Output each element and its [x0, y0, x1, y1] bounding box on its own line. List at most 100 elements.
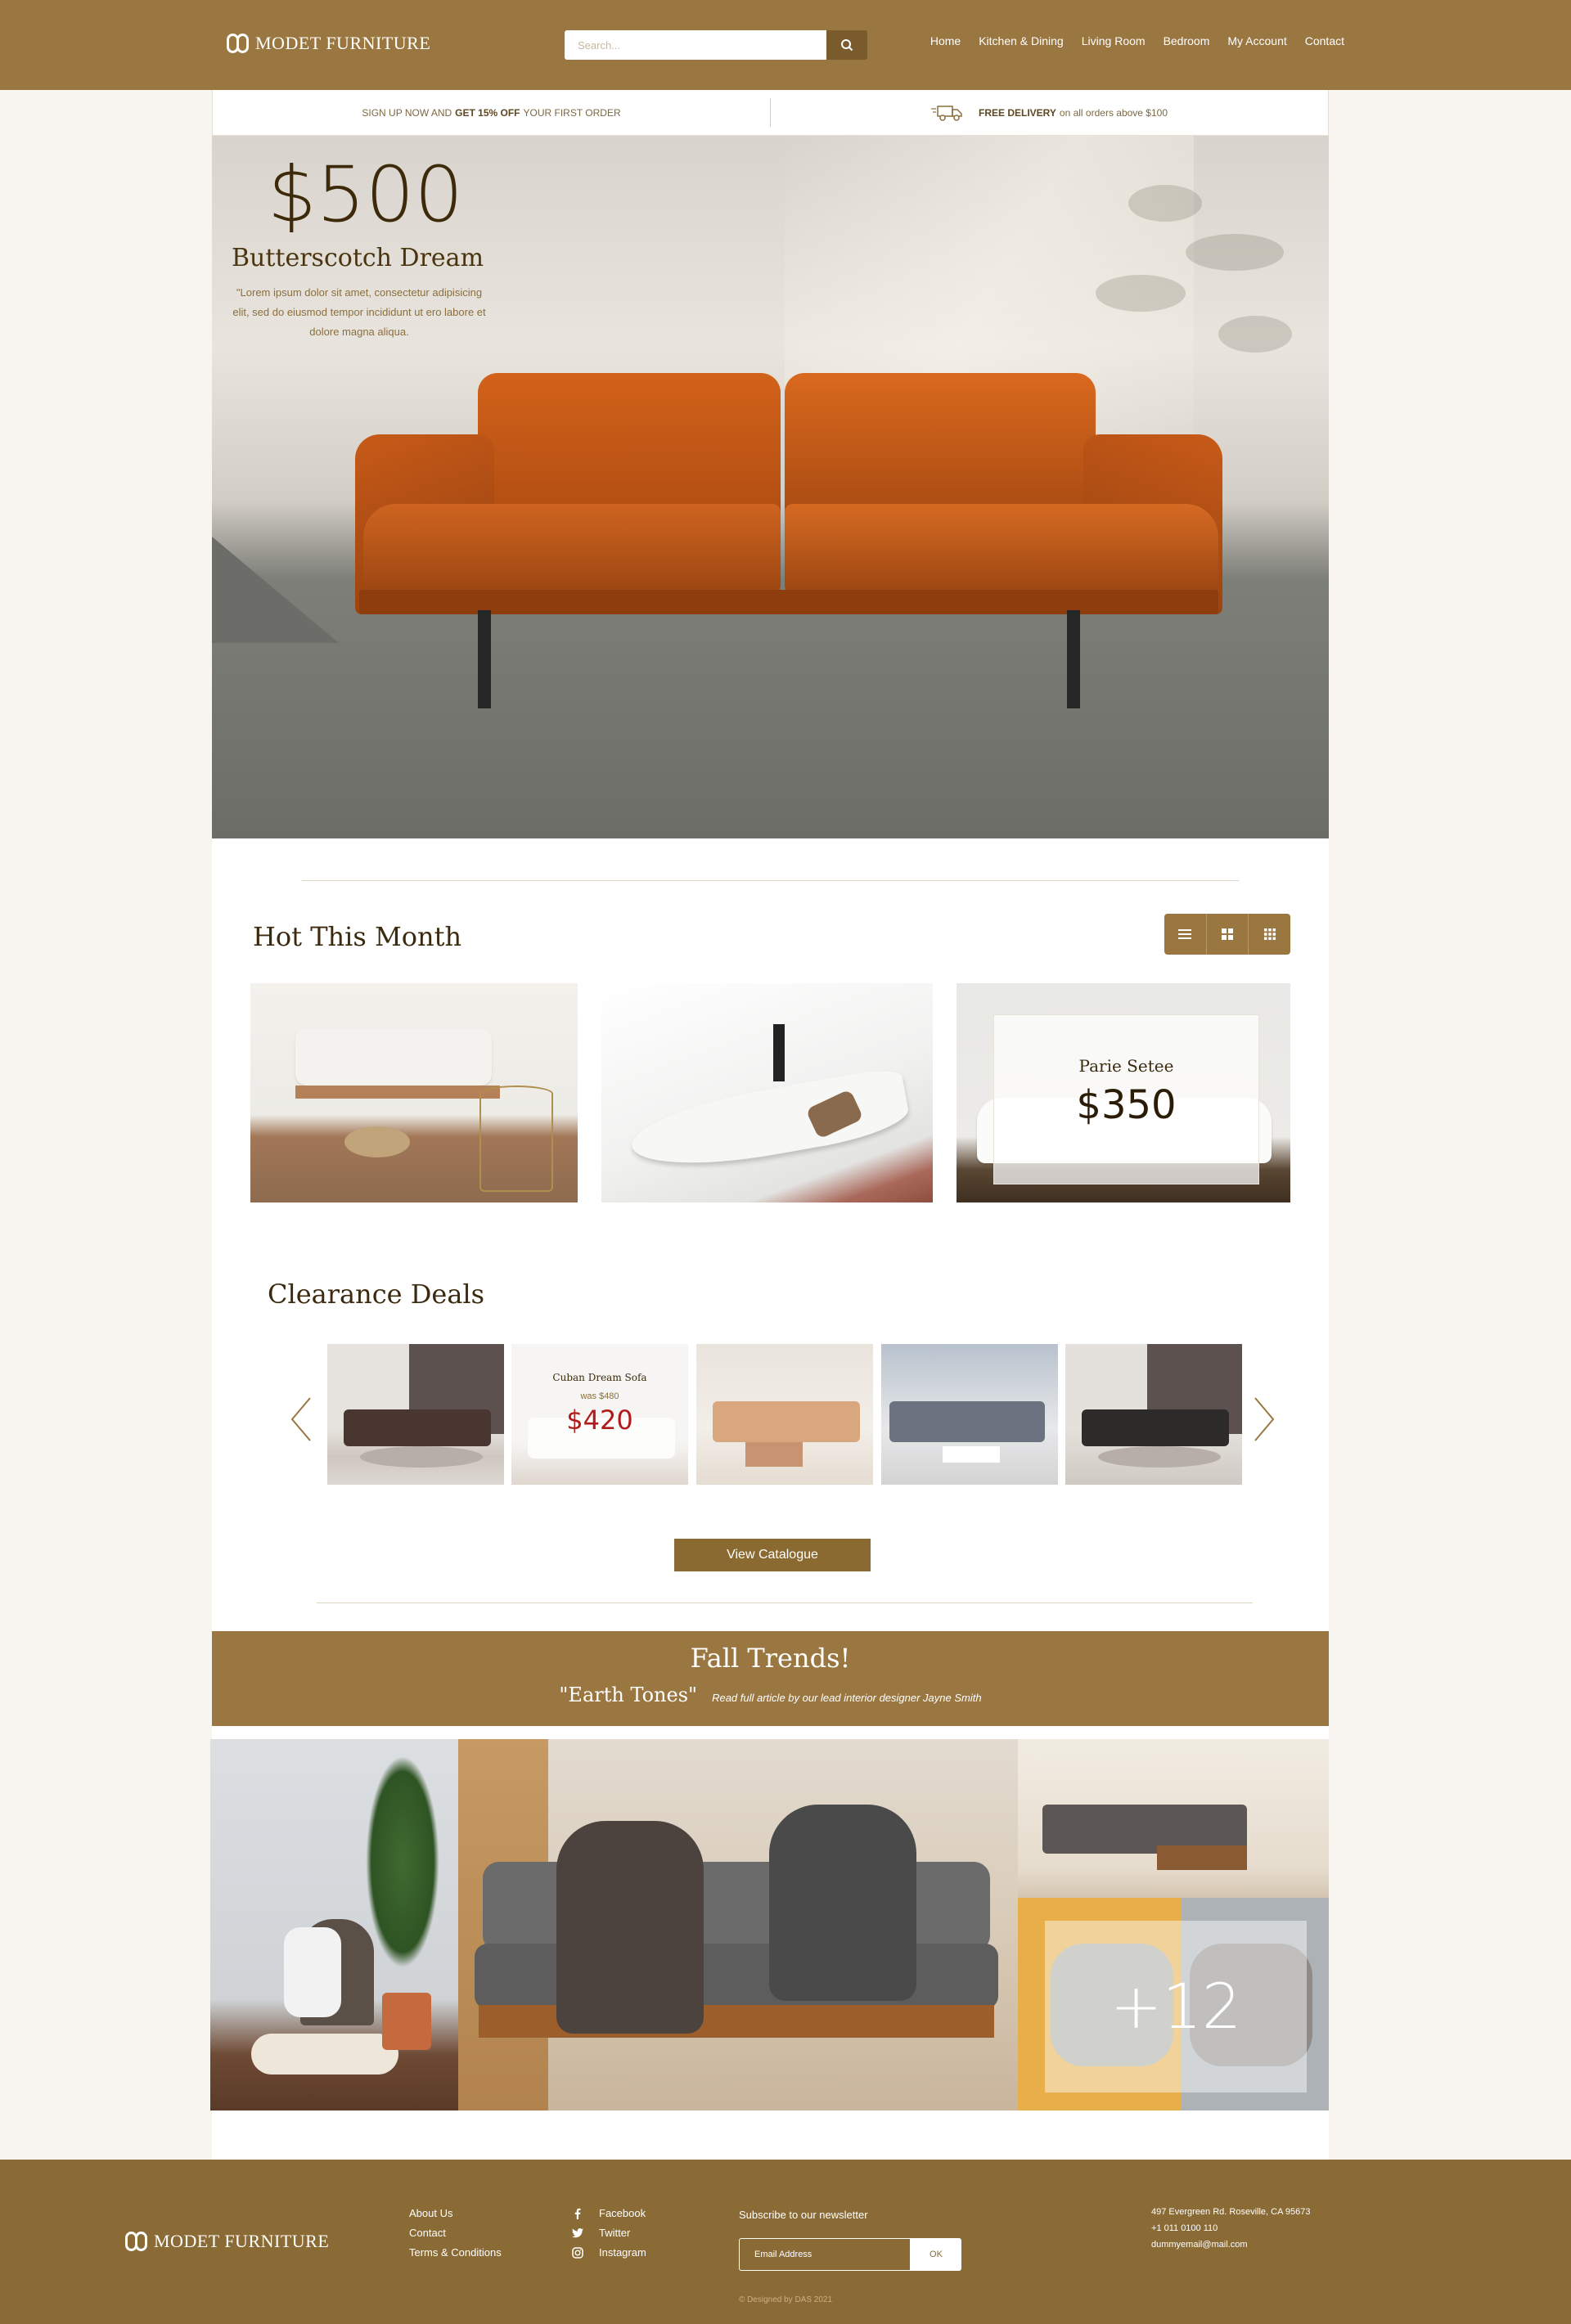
delivery-suffix: on all orders above $100 [1059, 106, 1168, 119]
footer-link-terms[interactable]: Terms & Conditions [409, 2243, 502, 2263]
gallery-dog [251, 2034, 398, 2075]
gallery-person [769, 1805, 916, 2001]
list-icon [1178, 929, 1192, 939]
gallery-photo[interactable]: +12 [1018, 1739, 1329, 2110]
sofa-seat-right [785, 504, 1218, 594]
view-catalogue-button[interactable]: View Catalogue [674, 1539, 871, 1571]
footer-social: Facebook Twitter Instagram [571, 2204, 646, 2263]
gallery-photo[interactable] [458, 1739, 1018, 2110]
grid-view-button[interactable] [1207, 914, 1249, 955]
product-sofa-image [295, 1028, 492, 1086]
product-vase [773, 1024, 785, 1081]
deal-sectional-image [889, 1401, 1045, 1442]
hero-title: Butterscotch Dream [231, 244, 484, 272]
hero-plant-shadow [1186, 234, 1284, 271]
small-grid-view-button[interactable] [1249, 914, 1290, 955]
footer-email[interactable]: dummyemail@mail.com [1151, 2236, 1310, 2253]
site-header: MODET FURNITURE Home Kitchen & Dining Li… [0, 0, 1571, 90]
brand-logo[interactable]: MODET FURNITURE [227, 33, 430, 54]
hero-lamp [212, 537, 339, 643]
search-input[interactable] [565, 30, 826, 60]
deal-card[interactable] [327, 1344, 504, 1485]
nav-bedroom[interactable]: Bedroom [1164, 34, 1210, 47]
twitter-icon [571, 2228, 584, 2238]
grid-icon [1222, 928, 1233, 940]
hot-this-month-title: Hot This Month [253, 921, 462, 952]
social-facebook[interactable]: Facebook [571, 2204, 646, 2223]
nav-kitchen-dining[interactable]: Kitchen & Dining [979, 34, 1064, 47]
featured-product-overlay: Parie Setee $350 [993, 1014, 1259, 1184]
deal-sectional-image [1082, 1409, 1229, 1446]
signup-prefix: SIGN UP NOW AND [362, 106, 452, 119]
product-card-featured[interactable]: Parie Setee $350 [957, 983, 1290, 1202]
fall-trends-title: Fall Trends! [690, 1643, 851, 1674]
product-chaise-image [626, 1066, 912, 1179]
promo-strip: SIGN UP NOW AND GET 15% OFF YOUR FIRST O… [212, 90, 1329, 136]
sofa-back-right [785, 373, 1096, 520]
newsletter-email-input[interactable] [739, 2238, 911, 2271]
social-instagram[interactable]: Instagram [571, 2243, 646, 2263]
footer-brand-logo[interactable]: MODET FURNITURE [125, 2231, 329, 2252]
carousel-prev-button[interactable] [289, 1395, 313, 1444]
gallery-plant [366, 1755, 439, 1968]
newsletter-submit-button[interactable]: OK [911, 2238, 961, 2271]
fall-trends-banner[interactable]: Fall Trends! "Earth Tones" Read full art… [212, 1631, 1329, 1726]
social-twitter[interactable]: Twitter [571, 2223, 646, 2243]
view-toggle [1164, 914, 1290, 955]
nav-contact[interactable]: Contact [1305, 34, 1344, 47]
more-photos-overlay[interactable]: +12 [1045, 1921, 1307, 2092]
gallery-person [284, 1927, 341, 2017]
product-side-table [479, 1086, 553, 1192]
deal-ottoman [745, 1442, 803, 1467]
search-button[interactable] [826, 30, 867, 60]
deal-card-featured[interactable]: Cuban Dream Sofa was $480 $420 [511, 1344, 688, 1485]
fall-trends-quote: "Earth Tones" [559, 1683, 698, 1706]
deal-card[interactable] [696, 1344, 873, 1485]
nav-living-room[interactable]: Living Room [1082, 34, 1146, 47]
hero-plant-shadow [1128, 185, 1202, 222]
hero-plant-shadow [1218, 316, 1292, 353]
deal-card[interactable] [1065, 1344, 1242, 1485]
newsletter-label: Subscribe to our newsletter [739, 2209, 868, 2221]
product-card[interactable] [250, 983, 578, 1202]
chevron-right-icon [1254, 1397, 1275, 1441]
main-nav: Home Kitchen & Dining Living Room Bedroo… [930, 34, 1344, 47]
gallery-photo[interactable] [210, 1739, 458, 2110]
featured-deal-was-price: was $480 [580, 1391, 619, 1401]
hero-sofa-image [355, 357, 1222, 717]
nav-home[interactable]: Home [930, 34, 961, 47]
main-content: SIGN UP NOW AND GET 15% OFF YOUR FIRST O… [210, 90, 1329, 2160]
featured-deal-price: $420 [566, 1405, 633, 1436]
footer-links: About Us Contact Terms & Conditions [409, 2204, 502, 2263]
fall-trends-subtitle: Read full article by our lead interior d… [712, 1692, 982, 1704]
hero-plant-shadow [1096, 275, 1186, 312]
deal-rug [360, 1446, 483, 1468]
nav-my-account[interactable]: My Account [1227, 34, 1286, 47]
product-card[interactable] [601, 983, 933, 1202]
featured-product-name: Parie Setee [1078, 1056, 1174, 1076]
footer-contact-info: 497 Evergreen Rd. Roseville, CA 95673 +1… [1151, 2204, 1310, 2253]
newsletter-form: OK [739, 2238, 961, 2271]
footer-phone[interactable]: +1 011 0100 110 [1151, 2220, 1310, 2236]
sofa-seat-left [363, 504, 781, 594]
instagram-icon [571, 2247, 584, 2259]
gallery-pot [382, 1993, 431, 2050]
featured-deal-name: Cuban Dream Sofa [552, 1372, 647, 1383]
social-facebook-label: Facebook [599, 2207, 646, 2219]
signup-promo[interactable]: SIGN UP NOW AND GET 15% OFF YOUR FIRST O… [213, 90, 770, 135]
deal-sectional-image [344, 1409, 491, 1446]
hero-banner[interactable]: $500 Butterscotch Dream "Lorem ipsum dol… [212, 136, 1329, 838]
signup-discount: GET 15% OFF [455, 106, 520, 119]
deal-card[interactable] [881, 1344, 1058, 1485]
footer-link-contact[interactable]: Contact [409, 2223, 502, 2243]
gallery-wood-table [1157, 1845, 1247, 1870]
section-divider [302, 880, 1239, 881]
gallery-person [556, 1821, 704, 2034]
copyright: © Designed by DAS 2021 [738, 2295, 833, 2304]
social-twitter-label: Twitter [599, 2227, 631, 2239]
logo-mark-icon [125, 2232, 147, 2251]
list-view-button[interactable] [1164, 914, 1207, 955]
footer-link-about[interactable]: About Us [409, 2204, 502, 2223]
carousel-next-button[interactable] [1252, 1395, 1276, 1444]
search-icon [841, 39, 853, 52]
